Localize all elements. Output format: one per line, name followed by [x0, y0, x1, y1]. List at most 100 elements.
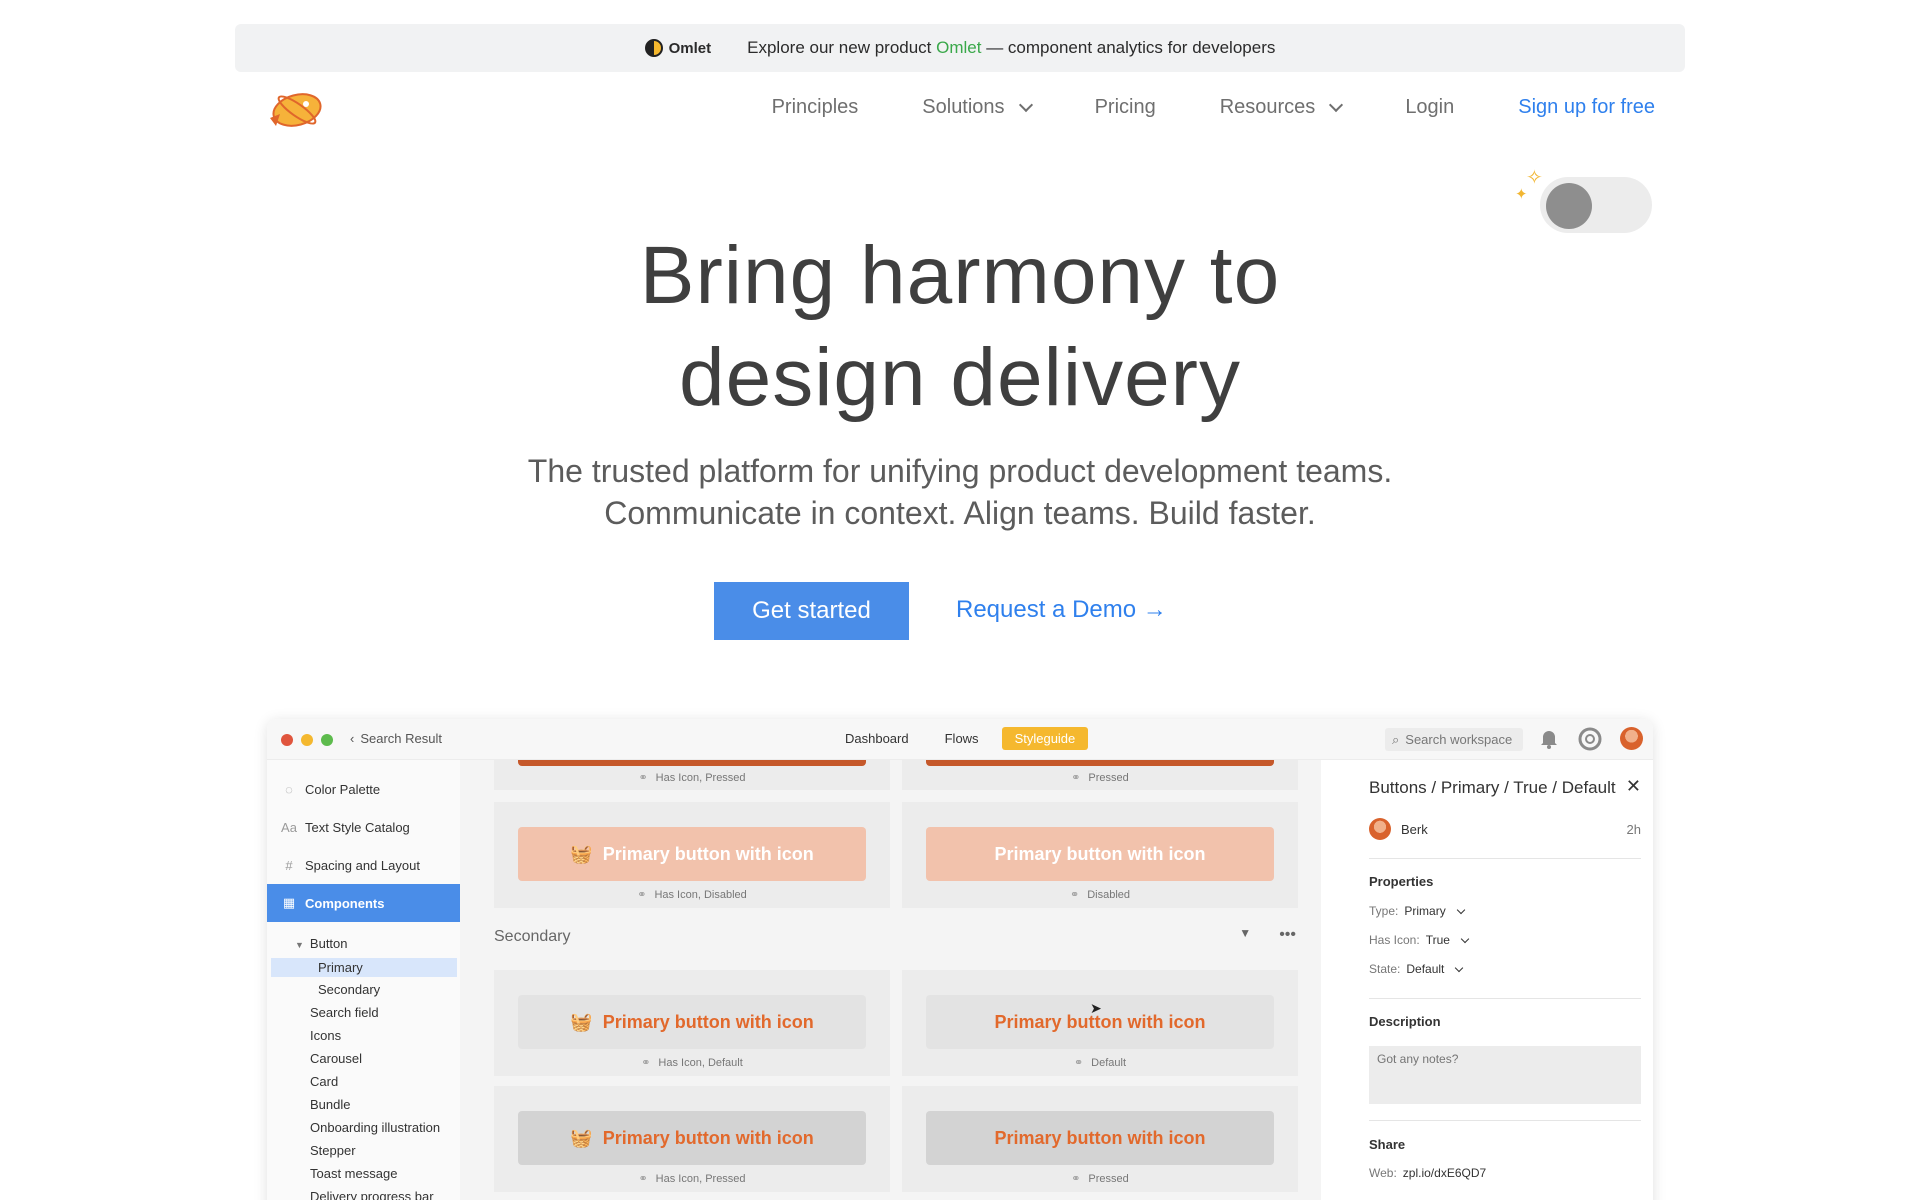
panel-author: Berk	[1369, 818, 1428, 840]
variant-caption: ⚭ Has Icon, Pressed	[638, 772, 746, 784]
close-dot-icon[interactable]	[281, 734, 293, 746]
user-avatar[interactable]	[1620, 727, 1643, 750]
close-icon[interactable]: ✕	[1626, 776, 1641, 797]
nav-solutions[interactable]: Solutions	[922, 96, 1033, 119]
variant-card[interactable]: 🧺 Primary button with icon ⚭ Has Icon, Def…	[494, 970, 890, 1076]
top-nav: Principles Solutions Pricing Resources L…	[708, 96, 1655, 119]
panel-timestamp: 2h	[1626, 822, 1641, 837]
sidebar-item-spacing[interactable]: # Spacing and Layout	[267, 846, 460, 884]
canvas-inner: ⚭ Has Icon, Pressed ⚭ Pressed 🧺 Primary but…	[494, 760, 1298, 1200]
notes-field[interactable]	[1369, 1046, 1641, 1104]
app-tabs: Dashboard Flows Styleguide	[832, 727, 1089, 750]
nav-principles[interactable]: Principles	[772, 96, 859, 119]
toggle-knob[interactable]	[1546, 183, 1592, 229]
variant-card[interactable]: Primary button with icon ⚭ Pressed	[902, 1086, 1298, 1192]
sidebar-item-components[interactable]: ▦ Components	[267, 884, 460, 922]
tree-item[interactable]: Search field	[310, 1005, 379, 1020]
tab-dashboard[interactable]: Dashboard	[832, 727, 922, 750]
properties-heading: Properties	[1369, 874, 1434, 889]
sparkle-icon: ✧	[1526, 167, 1543, 189]
share-web-link[interactable]: Web: zpl.io/dxE6QD7	[1369, 1166, 1486, 1180]
hero-subtitle: The trusted platform for unifying produc…	[527, 453, 1393, 531]
components-icon: ▦	[282, 895, 296, 910]
variant-card[interactable]: ⚭ Pressed	[902, 760, 1298, 790]
basket-icon: 🧺	[570, 1011, 593, 1032]
variant-caption: ⚭ Disabled	[1069, 889, 1131, 901]
primary-button-disabled[interactable]: Primary button with icon	[926, 827, 1274, 881]
sidebar-item-color-palette[interactable]: ◌ Color Palette	[267, 770, 460, 808]
search-input[interactable]: ⌕ Search workspace	[1385, 728, 1523, 751]
divider	[1369, 998, 1641, 999]
chevron-down-icon	[1018, 97, 1033, 113]
tree-item[interactable]: Card	[310, 1074, 338, 1089]
styleguide-sidebar: ◌ Color Palette Aa Text Style Catalog # Spa…	[267, 760, 460, 1200]
get-started-button[interactable]: Get started	[714, 582, 909, 640]
primary-button-default[interactable]: 🧺 Primary button with icon	[518, 995, 866, 1049]
component-canvas: ⚭ Has Icon, Pressed ⚭ Pressed 🧺 Primary but…	[460, 760, 1321, 1200]
back-link[interactable]: ‹ Search Result	[350, 731, 442, 746]
announcement-text: Explore our new product Omlet — componen…	[747, 38, 1276, 57]
variant-caption: ⚭ Pressed	[1071, 1173, 1129, 1185]
tree-item-primary[interactable]: Primary	[271, 958, 457, 977]
sparkle-icon: ✦	[1515, 186, 1528, 203]
variant-card[interactable]: ⚭ Has Icon, Pressed	[494, 760, 890, 790]
search-icon: ⌕	[1392, 731, 1400, 747]
caret-down-icon: ▼	[295, 940, 304, 950]
tree-item[interactable]: Toast message	[310, 1166, 397, 1181]
detail-panel: Buttons / Primary / True / Default ✕ Ber…	[1321, 760, 1653, 1200]
primary-button-pressed[interactable]: 🧺 Primary button with icon	[518, 1111, 866, 1165]
tree-item[interactable]: Onboarding illustration	[310, 1120, 440, 1135]
variant-card[interactable]: 🧺 Primary button with icon ⚭ Has Icon, Pre…	[494, 1086, 890, 1192]
tree-item[interactable]: Bundle	[310, 1097, 350, 1112]
nav-resources[interactable]: Resources	[1220, 96, 1344, 119]
nav-login[interactable]: Login	[1405, 96, 1454, 119]
link-icon: ⚭	[641, 1057, 651, 1069]
tab-flows[interactable]: Flows	[932, 727, 992, 750]
minimize-dot-icon[interactable]	[301, 734, 313, 746]
omlet-icon	[644, 39, 663, 57]
more-icon[interactable]: •••	[1279, 926, 1296, 944]
omlet-logo: Omlet	[644, 39, 711, 57]
zeplin-logo-icon[interactable]	[266, 84, 328, 134]
variant-card[interactable]: 🧺 Primary button with icon ⚭ Has Icon, Dis…	[494, 802, 890, 908]
property-type[interactable]: Type: Primary	[1369, 904, 1465, 918]
maximize-dot-icon[interactable]	[321, 734, 333, 746]
property-has-icon[interactable]: Has Icon: True	[1369, 933, 1470, 947]
divider	[1369, 1120, 1641, 1121]
mouse-cursor-icon: ➤	[1090, 1000, 1102, 1016]
nav-pricing[interactable]: Pricing	[1095, 96, 1156, 119]
bell-icon[interactable]	[1537, 727, 1561, 751]
spacing-icon: #	[285, 857, 293, 873]
app-window: ‹ Search Result Dashboard Flows Stylegui…	[267, 719, 1653, 1200]
basket-icon: 🧺	[570, 843, 593, 864]
tree-item-secondary[interactable]: Secondary	[318, 982, 380, 997]
chevron-left-icon: ‹	[350, 731, 355, 746]
avatar	[1369, 818, 1391, 840]
section-tools: ▼ •••	[1239, 926, 1296, 944]
app-titlebar: ‹ Search Result Dashboard Flows Stylegui…	[267, 719, 1653, 760]
property-state[interactable]: State: Default	[1369, 962, 1464, 976]
help-lifebuoy-icon[interactable]	[1578, 727, 1602, 751]
tree-item[interactable]: Carousel	[310, 1051, 362, 1066]
tree-item[interactable]: Stepper	[310, 1143, 356, 1158]
link-icon: ⚭	[1073, 1057, 1084, 1069]
caret-down-icon[interactable]: ▼	[1239, 926, 1251, 944]
sidebar-item-text-style[interactable]: Aa Text Style Catalog	[267, 808, 460, 846]
variant-caption: ⚭ Has Icon, Pressed	[638, 1173, 746, 1185]
primary-button-pressed[interactable]: Primary button with icon	[926, 1111, 1274, 1165]
chevron-down-icon	[1456, 905, 1465, 914]
tree-item-button[interactable]: ▼ Button	[295, 936, 348, 951]
announcement-bar[interactable]: Omlet Explore our new product Omlet — co…	[235, 24, 1685, 72]
variant-card[interactable]: Primary button with icon ⚭ Disabled	[902, 802, 1298, 908]
tab-styleguide[interactable]: Styleguide	[1001, 727, 1089, 750]
tree-item[interactable]: Delivery progress bar	[310, 1189, 434, 1200]
chevron-down-icon	[1460, 934, 1470, 943]
signup-link[interactable]: Sign up for free	[1518, 96, 1655, 119]
announcement-highlight[interactable]: Omlet	[936, 38, 981, 57]
chevron-down-icon	[1455, 963, 1464, 972]
variant-card[interactable]: Primary button with icon ⚭ Default ➤	[902, 970, 1298, 1076]
primary-button-disabled[interactable]: 🧺 Primary button with icon	[518, 827, 866, 881]
tree-item[interactable]: Icons	[310, 1028, 341, 1043]
description-heading: Description	[1369, 1014, 1441, 1029]
request-demo-link[interactable]: Request a Demo →	[956, 596, 1167, 624]
